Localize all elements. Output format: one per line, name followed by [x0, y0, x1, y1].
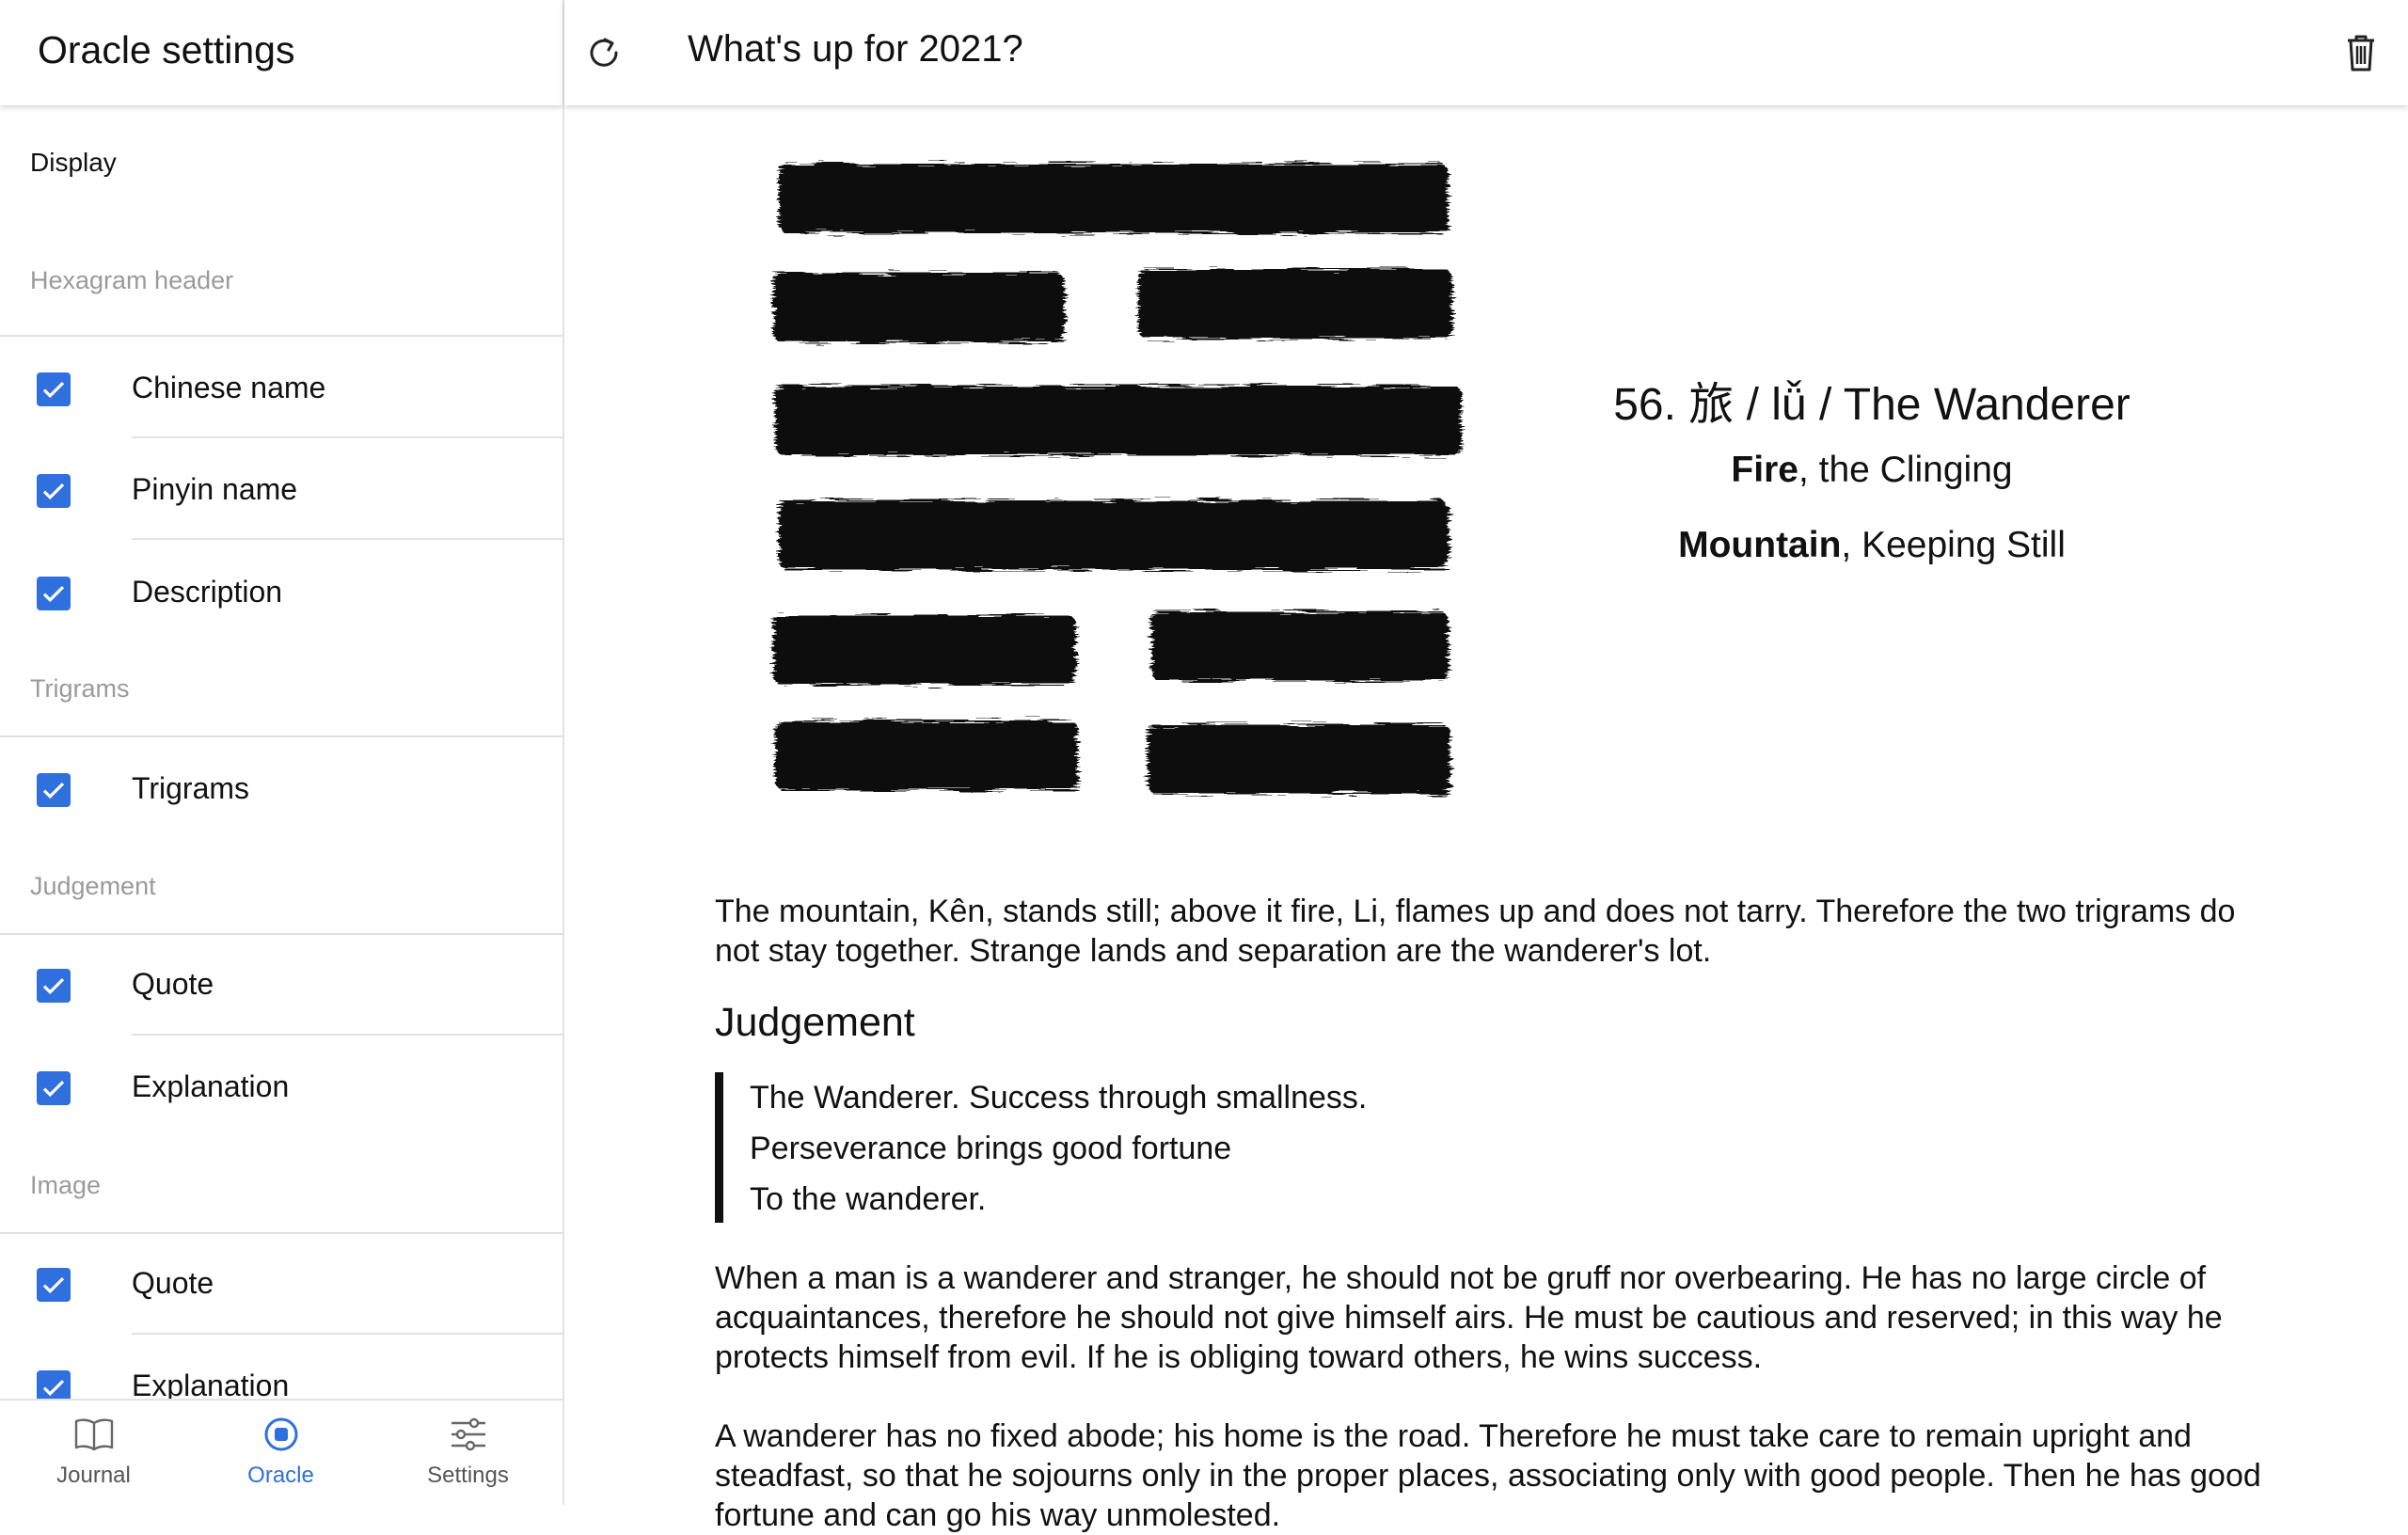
lower-trigram-name: Mountain	[1678, 525, 1842, 565]
judgement-explanation: When a man is a wanderer and stranger, h…	[715, 1260, 2223, 1375]
quote-line: The Wanderer. Success through smallness.	[750, 1080, 1368, 1116]
setting-label: Explanation	[132, 1369, 290, 1399]
hexagram-line-broken-right	[1138, 269, 1452, 339]
book-icon	[74, 1418, 114, 1451]
setting-row-description[interactable]: Description	[0, 541, 562, 642]
refresh-icon[interactable]	[583, 32, 625, 73]
lower-trigram: Mountain, Keeping Still	[1524, 525, 2220, 566]
checkbox-judgement-quote[interactable]	[37, 969, 71, 1003]
setting-row-pinyin-name[interactable]: Pinyin name	[0, 438, 562, 540]
nav-settings[interactable]: Settings	[374, 1400, 562, 1505]
reading-title: What's up for 2021?	[688, 28, 1023, 70]
setting-row-image-explanation[interactable]: Explanation	[0, 1335, 562, 1399]
setting-label: Chinese name	[132, 371, 326, 404]
bottom-navigation: Journal Oracle Settings	[0, 1399, 562, 1505]
hexagram-line-solid	[779, 500, 1449, 570]
check-icon	[42, 1080, 65, 1098]
check-icon	[42, 782, 65, 799]
setting-label: Quote	[132, 967, 214, 1001]
checkbox-image-quote[interactable]	[37, 1268, 71, 1302]
setting-row-judgement-explanation[interactable]: Explanation	[0, 1036, 562, 1137]
hexagram-name: 56. 旅 / lǚ / The Wanderer	[1613, 380, 2131, 430]
nav-label: Oracle	[247, 1463, 314, 1488]
setting-row-trigrams[interactable]: Trigrams	[0, 737, 562, 839]
quote-line: To the wanderer.	[750, 1181, 987, 1217]
setting-label: Quote	[132, 1266, 214, 1300]
section-heading-hexagram-header: Hexagram header	[30, 266, 234, 294]
row-divider	[132, 538, 562, 540]
setting-label: Description	[132, 575, 283, 609]
check-icon	[42, 1379, 65, 1397]
hexagram-line-broken-left	[773, 615, 1076, 685]
oracle-icon	[264, 1417, 298, 1451]
nav-oracle[interactable]: Oracle	[187, 1400, 374, 1505]
setting-row-image-quote[interactable]: Quote	[0, 1232, 562, 1334]
section-heading-image: Image	[30, 1171, 102, 1199]
check-icon	[42, 585, 65, 603]
judgement-heading: Judgement	[715, 1000, 915, 1045]
checkbox-judgement-explanation[interactable]	[37, 1071, 71, 1105]
upper-trigram-name: Fire	[1731, 450, 1798, 490]
setting-row-judgement-quote[interactable]: Quote	[0, 933, 562, 1035]
upper-trigram-desc: , the Clinging	[1798, 450, 2013, 490]
hexagram-line-broken-left	[773, 273, 1065, 342]
oracle-settings-panel: Oracle settings Display Hexagram header …	[0, 0, 564, 1505]
hexagram-line-broken-right	[1151, 611, 1449, 681]
check-icon	[42, 1276, 65, 1294]
checkbox-image-explanation[interactable]	[37, 1370, 71, 1399]
nav-journal[interactable]: Journal	[0, 1400, 187, 1505]
checkbox-pinyin-name[interactable]	[37, 474, 71, 508]
upper-trigram: Fire, the Clinging	[1524, 450, 2220, 491]
settings-title: Oracle settings	[38, 28, 295, 71]
setting-label: Trigrams	[132, 771, 250, 805]
judgement-quote: The Wanderer. Success through smallness.…	[715, 1072, 1367, 1223]
check-icon	[42, 483, 65, 500]
hexagram-image	[773, 164, 1462, 794]
setting-label: Explanation	[132, 1069, 290, 1103]
nav-label: Journal	[56, 1463, 131, 1488]
nav-label: Settings	[427, 1463, 509, 1488]
setting-label: Pinyin name	[132, 472, 298, 506]
settings-header: Oracle settings	[0, 0, 562, 105]
reading-header: What's up for 2021?	[564, 0, 2408, 105]
checkbox-chinese-name[interactable]	[37, 372, 71, 406]
section-heading-trigrams: Trigrams	[30, 674, 130, 703]
setting-row-chinese-name[interactable]: Chinese name	[0, 337, 562, 438]
hexagram-line-broken-left	[775, 720, 1078, 790]
quote-line: Perseverance brings good fortune	[750, 1131, 1232, 1166]
hexagram-line-solid	[779, 164, 1449, 233]
hexagram-line-solid	[775, 386, 1462, 455]
settings-list[interactable]: Display Hexagram header Chinese name Pin…	[0, 105, 562, 1399]
checkbox-trigrams[interactable]	[37, 773, 71, 807]
trash-icon[interactable]	[2342, 32, 2380, 73]
hexagram-description: The mountain, Kên, stands still; above i…	[715, 894, 2236, 969]
check-icon	[42, 381, 65, 399]
hexagram-line-broken-right	[1148, 724, 1450, 794]
judgement-explanation-continued: A wanderer has no fixed abode; his home …	[715, 1418, 2261, 1533]
lower-trigram-desc: , Keeping Still	[1841, 525, 2066, 565]
section-heading-judgement: Judgement	[30, 872, 156, 900]
display-label: Display	[30, 148, 117, 177]
checkbox-description[interactable]	[37, 577, 71, 610]
sliders-icon	[452, 1417, 485, 1451]
check-icon	[42, 977, 65, 995]
